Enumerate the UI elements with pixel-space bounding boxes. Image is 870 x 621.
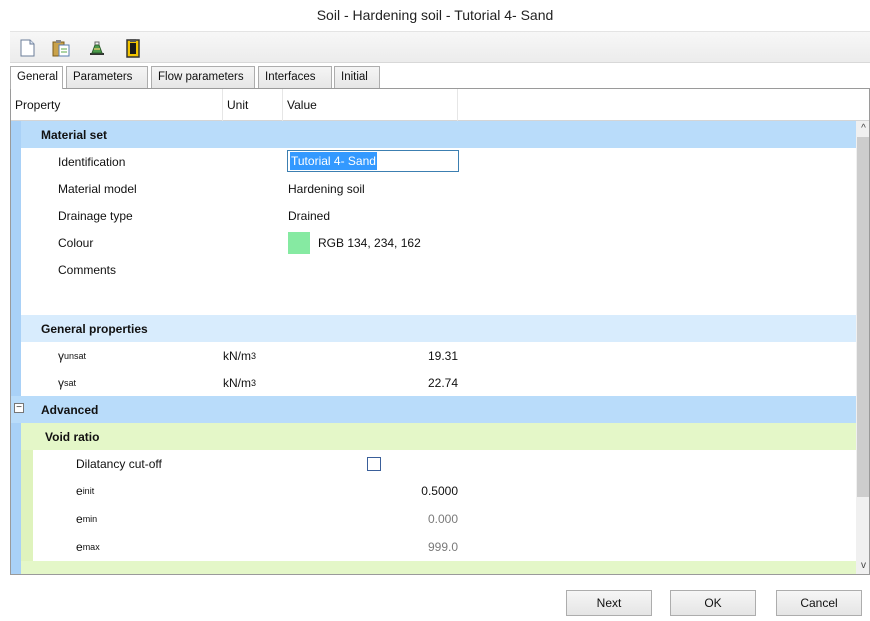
tab-interfaces[interactable]: Interfaces — [258, 66, 332, 88]
drainage-type-label: Drainage type — [58, 208, 133, 223]
next-button[interactable]: Next — [566, 590, 652, 616]
dilatancy-label: Dilatancy cut-off — [76, 456, 162, 471]
vertical-scrollbar[interactable]: ^ v — [856, 121, 869, 574]
section-next-partial — [11, 561, 856, 574]
colour-value[interactable]: RGB 134, 234, 162 — [288, 229, 421, 257]
e-init-label: e init — [76, 484, 95, 498]
identification-label: Identification — [58, 154, 126, 169]
tab-general[interactable]: General — [10, 66, 63, 89]
gamma-unsat-label: γ unsat — [58, 348, 87, 363]
drainage-type-value[interactable]: Drained — [288, 202, 330, 229]
paste-icon[interactable] — [48, 35, 74, 61]
section-label: Void ratio — [45, 429, 100, 444]
gamma-unsat-value[interactable]: 19.31 — [283, 342, 458, 369]
row-material-model: Material model Hardening soil — [11, 175, 856, 202]
row-dilatancy-cut-off: Dilatancy cut-off — [11, 450, 856, 477]
e-max-label: e max — [76, 540, 100, 554]
dilatancy-checkbox-cell — [367, 450, 381, 477]
tab-flow-parameters[interactable]: Flow parameters — [151, 66, 255, 88]
colour-label: Colour — [58, 236, 94, 250]
column-value[interactable]: Value — [283, 89, 458, 121]
column-unit[interactable]: Unit — [223, 89, 283, 121]
row-drainage-type: Drainage type Drained — [11, 202, 856, 229]
soil-sample-icon[interactable] — [84, 35, 110, 61]
section-label: Material set — [41, 127, 108, 142]
new-document-icon[interactable] — [14, 35, 40, 61]
identification-input[interactable]: Tutorial 4- Sand — [287, 150, 459, 172]
column-header: Property Unit Value — [11, 89, 869, 121]
toolbar — [10, 31, 870, 63]
collapse-icon[interactable]: − — [14, 403, 24, 413]
material-model-value[interactable]: Hardening soil — [288, 175, 365, 202]
section-label: Advanced — [41, 402, 99, 417]
window-title: Soil - Hardening soil - Tutorial 4- Sand — [0, 0, 870, 30]
e-min-value[interactable]: 0.000 — [283, 505, 458, 533]
section-general-properties: General properties — [11, 315, 856, 342]
column-property[interactable]: Property — [11, 89, 223, 121]
ok-button[interactable]: OK — [670, 590, 756, 616]
scroll-down-icon[interactable]: v — [856, 559, 869, 573]
comments-label: Comments — [58, 263, 117, 277]
scroll-thumb[interactable] — [857, 137, 869, 497]
tab-parameters[interactable]: Parameters — [66, 66, 148, 88]
gamma-sat-unit: kN/m 3 — [223, 375, 257, 390]
cancel-button[interactable]: Cancel — [776, 590, 862, 616]
gamma-sat-label: γ sat — [58, 375, 77, 390]
row-e-min: e min 0.000 — [11, 505, 856, 533]
gamma-sat-value[interactable]: 22.74 — [283, 369, 458, 396]
row-identification: Identification Tutorial 4- Sand — [11, 148, 856, 175]
colour-swatch[interactable] — [288, 232, 310, 254]
section-void-ratio: Void ratio — [11, 423, 856, 450]
e-min-label: e min — [76, 512, 98, 526]
property-grid: Material set Identification Tutorial 4- … — [11, 121, 856, 574]
row-e-init: e init 0.5000 — [11, 477, 856, 505]
dilatancy-checkbox[interactable] — [367, 456, 381, 471]
section-material-set: Material set — [11, 121, 856, 148]
property-panel: Property Unit Value Material set Identif… — [10, 88, 870, 575]
row-comments: Comments — [11, 257, 856, 315]
material-model-label: Material model — [58, 181, 137, 196]
scroll-up-icon[interactable]: ^ — [856, 122, 869, 136]
tab-initial[interactable]: Initial — [334, 66, 380, 88]
row-colour: Colour RGB 134, 234, 162 — [11, 229, 856, 257]
gamma-unsat-unit: kN/m 3 — [223, 348, 257, 363]
row-gamma-unsat: γ unsat kN/m 3 19.31 — [11, 342, 856, 369]
section-label: General properties — [41, 321, 148, 336]
row-gamma-sat: γ sat kN/m 3 22.74 — [11, 369, 856, 396]
clipboard-icon[interactable] — [120, 35, 146, 61]
e-init-value[interactable]: 0.5000 — [283, 477, 458, 505]
e-max-value[interactable]: 999.0 — [283, 533, 458, 561]
row-e-max: e max 999.0 — [11, 533, 856, 561]
section-advanced: − Advanced — [11, 396, 856, 423]
